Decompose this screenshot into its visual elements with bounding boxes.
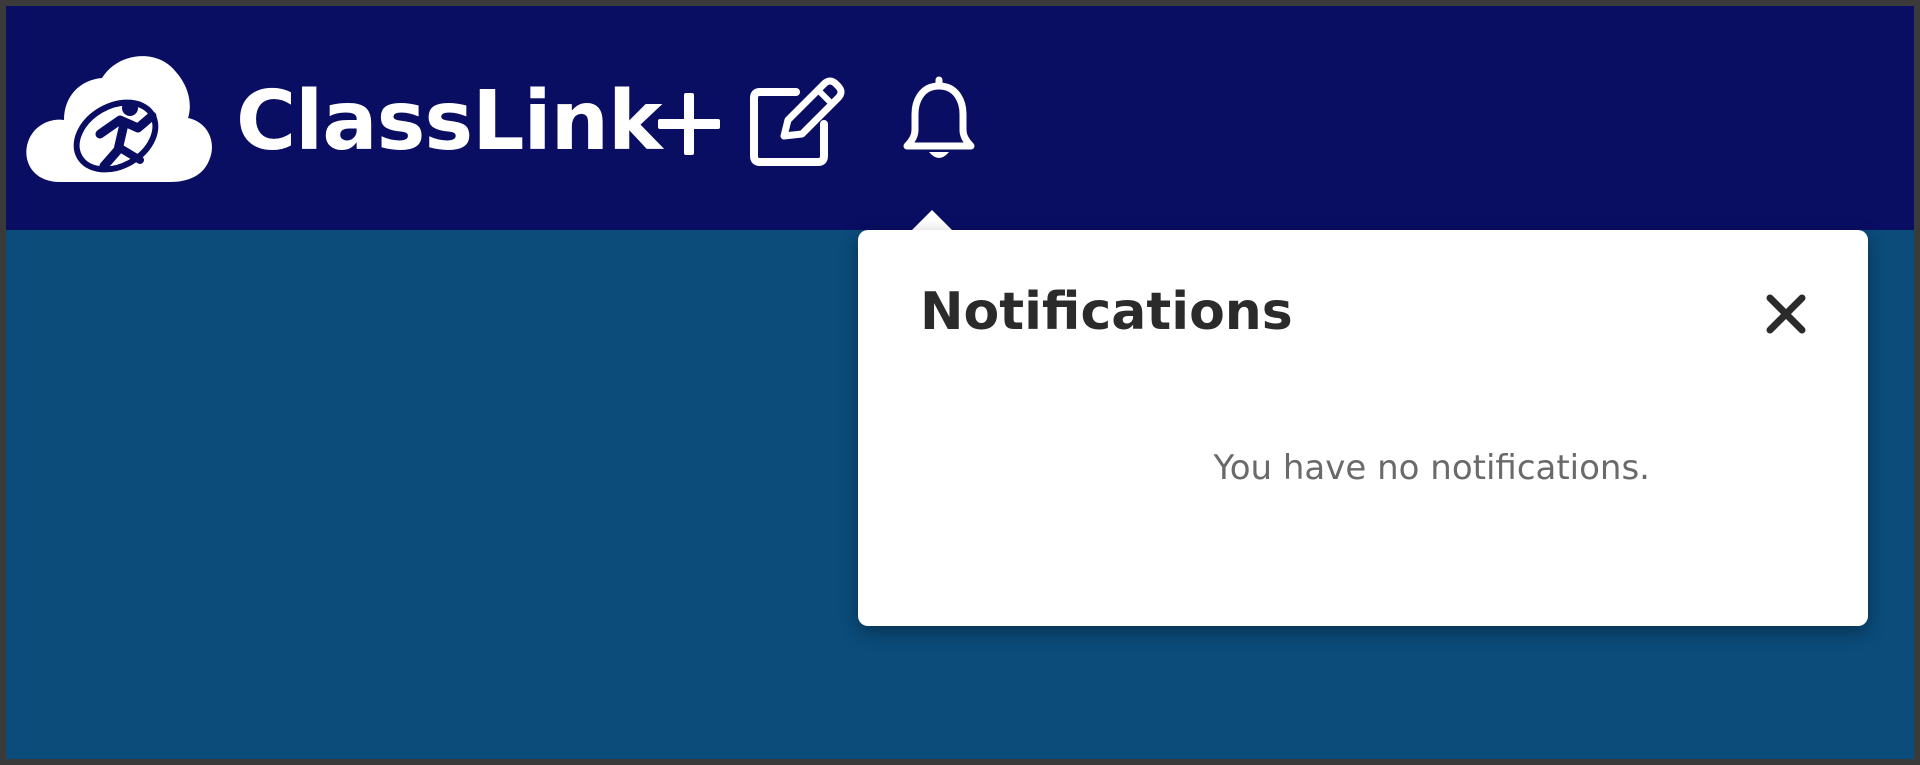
plus-icon	[658, 93, 720, 155]
close-icon[interactable]	[1758, 286, 1814, 342]
top-bar: ClassLink	[6, 6, 1914, 230]
popover-arrow	[910, 210, 954, 232]
bell-icon[interactable]	[899, 74, 979, 166]
edit-button[interactable]	[746, 76, 846, 168]
notifications-popover: Notifications You have no notifications.	[858, 230, 1868, 626]
notifications-title: Notifications	[920, 282, 1293, 342]
classlink-logo-icon[interactable]	[20, 46, 216, 186]
empty-notifications-message: You have no notifications.	[1213, 448, 1650, 488]
brand-name: ClassLink	[236, 74, 663, 169]
app-window: ClassLink Notifications You have no noti…	[0, 0, 1920, 765]
